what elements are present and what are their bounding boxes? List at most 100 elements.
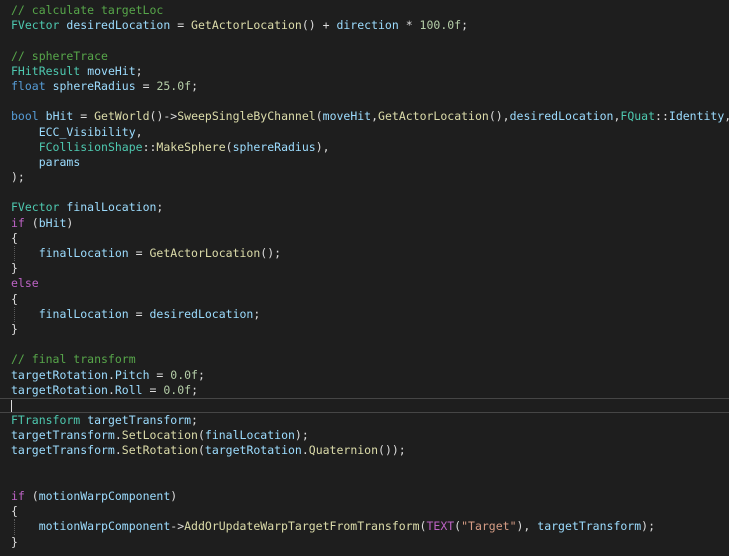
code-token: GetWorld — [94, 109, 150, 124]
code-token: moveHit — [87, 63, 136, 78]
code-line[interactable]: bool bHit = GetWorld()->SweepSingleByCha… — [0, 109, 729, 124]
code-line[interactable]: else — [0, 276, 729, 291]
code-token: 0.0f — [170, 367, 198, 382]
code-line[interactable]: motionWarpComponent->AddOrUpdateWarpTarg… — [0, 519, 729, 535]
code-token: ; — [156, 200, 164, 215]
code-token: bool — [11, 109, 39, 124]
code-token: ; — [191, 413, 198, 428]
code-token: (), — [488, 109, 510, 124]
code-token: FVector — [11, 200, 60, 215]
code-token: else — [11, 276, 39, 291]
code-token: finalLocation — [38, 306, 129, 321]
code-token: FTransform — [11, 413, 81, 428]
code-token: FCollisionShape — [38, 139, 143, 154]
code-token: = — [128, 306, 150, 321]
code-line[interactable]: float sphereRadius = 25.0f; — [0, 79, 729, 94]
code-token: ()); — [378, 443, 406, 458]
code-line[interactable]: targetRotation.Pitch = 0.0f; — [0, 368, 729, 383]
code-line[interactable]: if (bHit) — [0, 216, 729, 231]
code-token: . — [301, 443, 309, 458]
code-line[interactable]: FVector finalLocation; — [0, 200, 729, 215]
code-line[interactable]: } — [0, 261, 729, 276]
code-token: FHitResult — [11, 63, 81, 78]
code-line[interactable]: FVector desiredLocation = GetActorLocati… — [0, 18, 729, 33]
code-token: = — [170, 18, 192, 33]
code-token: () + — [301, 18, 337, 33]
code-token: . — [107, 367, 115, 382]
code-editor[interactable]: // calculate targetLoc FVector desiredLoc… — [0, 3, 729, 556]
code-line[interactable]: params — [0, 155, 729, 170]
code-line[interactable] — [0, 185, 729, 200]
code-line[interactable]: // sphereTrace — [0, 49, 729, 64]
code-token: Pitch — [114, 367, 150, 382]
code-line[interactable] — [0, 33, 729, 48]
code-line[interactable]: // calculate targetLoc — [0, 3, 729, 18]
code-line[interactable]: // final transform — [0, 352, 729, 367]
code-token: ; — [461, 18, 469, 33]
code-line[interactable]: FCollisionShape::MakeSphere(sphereRadius… — [0, 140, 729, 155]
code-token: * — [398, 18, 420, 33]
code-token: = — [128, 246, 150, 260]
code-token: Quaternion — [308, 443, 379, 458]
code-token: ECC_Visibility — [38, 124, 136, 139]
code-token: , — [371, 109, 379, 124]
code-token: finalLocation — [204, 428, 295, 443]
code-line[interactable] — [0, 474, 729, 489]
code-line[interactable] — [0, 397, 729, 414]
code-line[interactable] — [0, 459, 729, 474]
code-token: // sphereTrace — [11, 48, 108, 63]
code-line[interactable]: ); — [0, 170, 729, 185]
code-line[interactable]: } — [0, 322, 729, 337]
code-token: ; — [191, 78, 198, 93]
code-token: SweepSingleByChannel — [177, 109, 316, 124]
code-token: desiredLocation — [66, 18, 171, 33]
code-token: AddOrUpdateWarpTargetFromTransform — [184, 519, 420, 534]
code-token: { — [11, 230, 18, 245]
code-line[interactable] — [0, 337, 729, 352]
code-line[interactable]: { — [0, 292, 729, 307]
code-line[interactable]: ECC_Visibility, — [0, 125, 729, 140]
code-token: // final transform — [11, 352, 136, 367]
text-cursor — [11, 399, 12, 412]
code-token: ( — [24, 489, 39, 503]
code-token: targetTransform — [537, 519, 642, 534]
code-token: ); — [294, 428, 309, 443]
code-token: . — [107, 382, 115, 397]
code-line[interactable]: targetTransform.SetRotation(targetRotati… — [0, 443, 729, 458]
code-token: ( — [24, 215, 39, 230]
code-token: ; — [253, 306, 261, 321]
code-line[interactable]: targetTransform.SetLocation(finalLocatio… — [0, 428, 729, 443]
code-line[interactable]: { — [0, 504, 729, 519]
code-token: ) — [66, 215, 74, 230]
code-token: ( — [225, 139, 233, 154]
code-line[interactable]: FHitResult moveHit; — [0, 64, 729, 79]
code-token: . — [114, 443, 122, 458]
code-line[interactable]: finalLocation = desiredLocation; — [0, 306, 729, 322]
code-token: targetTransform — [11, 443, 115, 458]
code-token: sphereRadius — [232, 139, 316, 154]
code-token: , — [135, 124, 143, 139]
code-token: 25.0f — [156, 78, 192, 93]
code-line[interactable]: finalLocation = GetActorLocation(); — [0, 246, 729, 262]
code-token: desiredLocation — [149, 306, 254, 321]
code-line[interactable]: } — [0, 535, 729, 550]
code-line[interactable] — [0, 94, 729, 109]
code-token: ), — [516, 519, 538, 534]
code-token: ; — [191, 382, 198, 397]
indent-guide — [14, 519, 15, 535]
code-line[interactable]: targetRotation.Roll = 0.0f; — [0, 383, 729, 398]
code-token: ( — [315, 109, 323, 124]
code-line[interactable]: FTransform targetTransform; — [0, 413, 729, 428]
code-line[interactable]: { — [0, 231, 729, 246]
code-token: motionWarpComponent — [38, 519, 171, 534]
code-line[interactable]: if (motionWarpComponent) — [0, 489, 729, 504]
code-token: targetRotation — [11, 382, 108, 397]
code-token: GetActorLocation — [378, 109, 489, 124]
code-token: SetRotation — [121, 443, 198, 458]
code-token: moveHit — [322, 109, 372, 124]
code-token: targetTransform — [11, 428, 115, 443]
